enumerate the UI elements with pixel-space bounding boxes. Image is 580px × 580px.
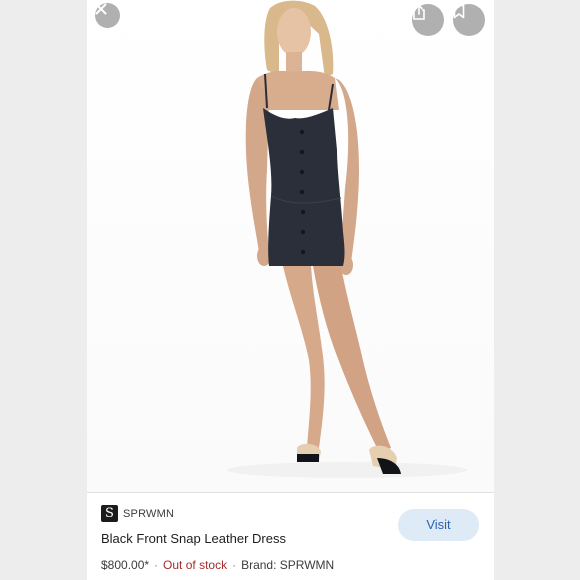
meta-separator: · [154,558,159,572]
product-card: S SPRWMN Black Front Snap Leather Dress … [87,0,494,580]
close-icon [95,3,107,15]
save-button[interactable] [453,4,485,36]
right-gutter [494,0,580,580]
price: $800.00* [101,558,150,572]
brand-name[interactable]: SPRWMN [123,508,174,520]
stock-status: Out of stock [163,558,228,572]
visit-button[interactable]: Visit [398,509,479,541]
brand-logo: S [101,505,118,522]
product-title[interactable]: Black Front Snap Leather Dress [101,531,286,546]
close-button[interactable] [95,3,120,28]
model-illustration [227,0,467,478]
bookmark-icon [453,4,465,19]
share-button[interactable] [412,4,444,36]
product-info: S SPRWMN Black Front Snap Leather Dress … [87,493,494,580]
product-meta: $800.00* · Out of stock · Brand: SPRWMN [101,558,334,572]
share-icon [413,4,425,20]
meta-separator: · [232,558,237,572]
left-gutter [0,0,87,580]
product-image[interactable] [87,0,494,492]
brand-meta: Brand: SPRWMN [241,558,335,572]
